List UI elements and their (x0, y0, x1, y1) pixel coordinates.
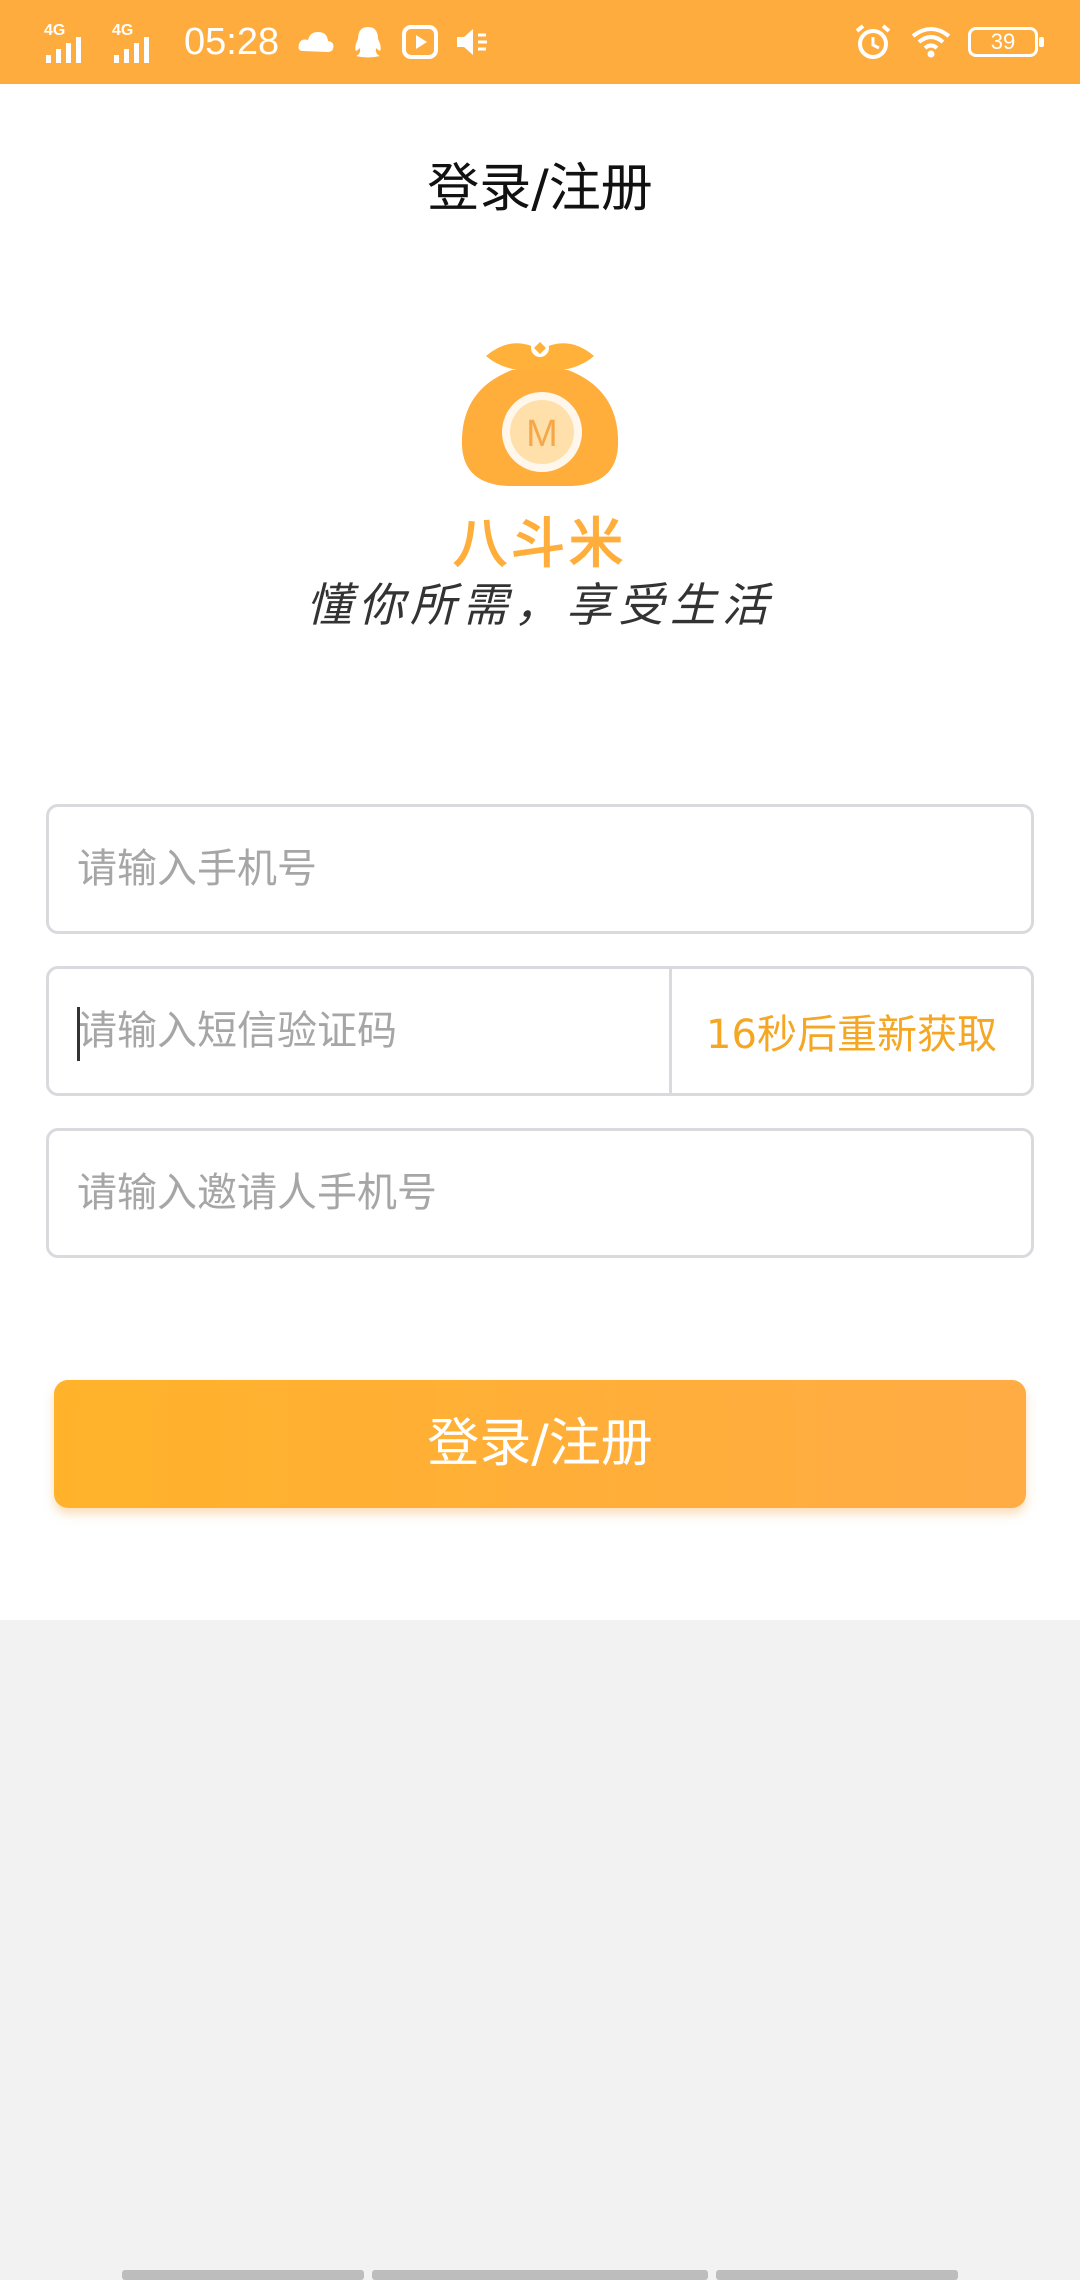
status-bar: 4G 4G 05:28 39 (0, 0, 1080, 84)
nav-hint-bar (716, 2270, 958, 2280)
sms-code-input[interactable] (49, 968, 669, 1094)
nav-hint-bar (372, 2270, 708, 2280)
text-cursor (77, 1007, 80, 1061)
money-bag-icon: M (461, 339, 619, 486)
cloud-icon (298, 32, 334, 52)
sms-code-field[interactable]: 16秒后重新获取 (46, 966, 1034, 1096)
inviter-phone-field[interactable] (46, 1128, 1034, 1258)
alarm-icon (855, 24, 891, 59)
brand-slogan: 懂你所需，享受生活 (306, 578, 774, 632)
signal-icon: 4G (112, 22, 149, 63)
network-label: 4G (44, 22, 65, 39)
signal-icon: 4G (44, 22, 81, 63)
battery-icon: 39 (968, 27, 1044, 57)
media-icon (402, 25, 439, 59)
status-left: 4G 4G 05:28 (44, 19, 503, 65)
page-title: 登录/注册 (427, 159, 653, 219)
brand-logo: M 八斗米 懂你所需，享受生活 (0, 324, 1080, 744)
mute-icon (457, 29, 488, 55)
resend-code-button[interactable]: 16秒后重新获取 (672, 1002, 1031, 1060)
status-time: 05:28 (184, 20, 280, 63)
phone-field[interactable] (46, 804, 1034, 934)
status-right: 39 (836, 21, 1044, 63)
brand-name: 八斗米 (453, 512, 627, 575)
wifi-icon (911, 27, 951, 58)
login-page: 4G 4G 05:28 39 登录/注册 M 八斗米 懂你所需，享受生活 请输入… (0, 0, 1080, 2280)
login-register-button[interactable]: 登录/注册 (54, 1380, 1026, 1508)
network-label: 4G (112, 22, 133, 39)
inviter-phone-input[interactable] (49, 1130, 1019, 1256)
nav-hint-bar (122, 2270, 364, 2280)
main-content: 登录/注册 M 八斗米 懂你所需，享受生活 16秒后重新获取 (0, 84, 1080, 1620)
svg-text:M: M (526, 413, 558, 455)
battery-level: 39 (990, 29, 1016, 54)
qq-icon (355, 27, 381, 58)
phone-input[interactable] (49, 806, 1019, 932)
